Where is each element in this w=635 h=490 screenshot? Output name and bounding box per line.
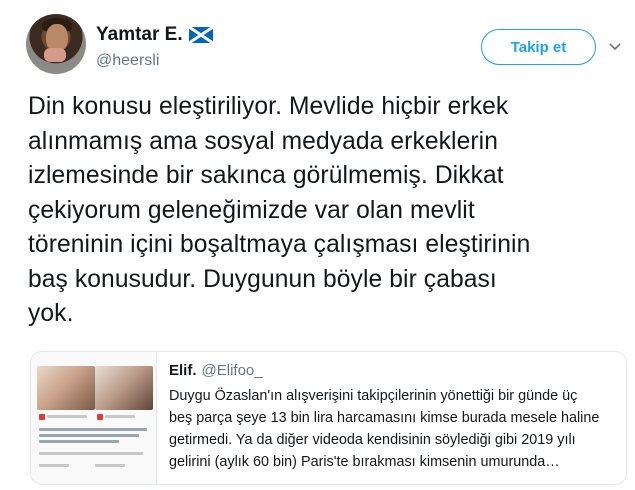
quoted-tweet-image[interactable] xyxy=(31,352,157,484)
tweet-text-line: izlemesinde bir sakınca görülmemiş. Dikk… xyxy=(28,162,504,189)
quoted-tweet-text: Duygu Özaslan'ın alışverişini takipçiler… xyxy=(169,385,621,473)
scotland-flag-icon xyxy=(188,27,213,43)
video-thumbnail xyxy=(95,366,153,410)
tweet-text-line: çekiyorum geleneğimizde var olan mevlit xyxy=(28,196,475,224)
tweet-header: Yamtar E. @heersli Takip et xyxy=(26,14,626,76)
follow-button[interactable]: Takip et xyxy=(481,29,596,65)
quoted-tweet-text-line: Duygu Özaslan'ın alışverişini takipçiler… xyxy=(169,388,578,404)
author-name-row[interactable]: Yamtar E. xyxy=(96,24,213,46)
tweet-text-line: alınmamış ama sosyal medyada erkeklerin xyxy=(28,127,499,155)
quoted-tweet-text-line: beş parça şeye 13 bin lira harcamasını k… xyxy=(169,410,600,426)
tweet-text-line: Din konusu eleştiriliyor. Mevlide hiçbir… xyxy=(28,93,509,120)
quoted-tweet-text-line: gelirini (aylık 60 bin) Paris'te bırakma… xyxy=(169,454,560,470)
video-thumbnail xyxy=(37,366,95,410)
quoted-tweet-card[interactable]: Elif. @Elifoo_ Duygu Özaslan'ın alışveri… xyxy=(30,351,627,485)
author-handle[interactable]: @heersli xyxy=(96,52,159,70)
tweet-text-line: baş konusudur. Duygunun böyle bir çabası xyxy=(28,265,497,293)
tweet-text-line: yok. xyxy=(28,300,74,327)
tweet-text: Din konusu eleştiriliyor. Mevlide hiçbir… xyxy=(28,90,634,332)
author-display-name[interactable]: Yamtar E. xyxy=(96,24,183,46)
quoted-tweet-text-line: getirmedi. Ya da diğer videoda kendisini… xyxy=(169,432,576,448)
avatar[interactable] xyxy=(26,14,86,74)
quoted-author-handle[interactable]: @Elifoo_ xyxy=(202,362,263,379)
quoted-tweet-header[interactable]: Elif. @Elifoo_ xyxy=(169,362,263,379)
tweet-text-line: töreninin içini boşaltmaya çalışması ele… xyxy=(28,231,531,258)
quoted-author-display-name[interactable]: Elif. xyxy=(169,362,197,379)
chevron-down-icon[interactable] xyxy=(608,40,622,54)
